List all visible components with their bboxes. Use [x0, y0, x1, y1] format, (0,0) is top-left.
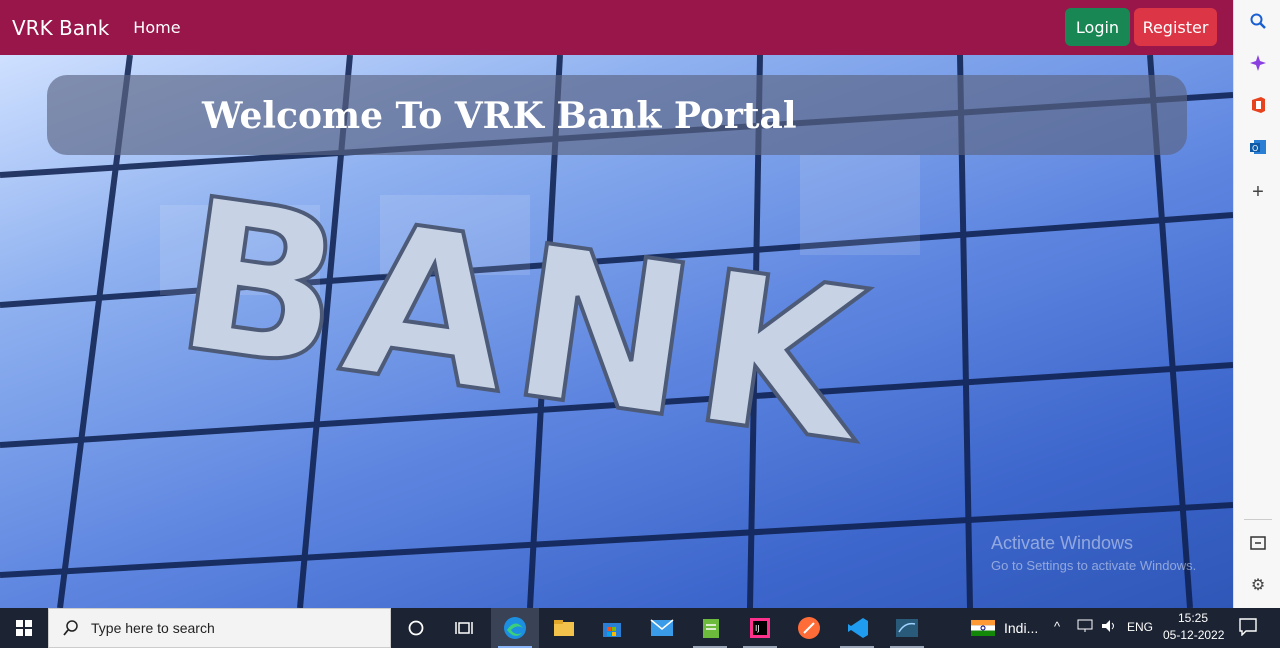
welcome-banner: Welcome To VRK Bank Portal — [47, 75, 1187, 155]
edge-sidebar: O + ⚙ — [1233, 0, 1280, 608]
welcome-heading: Welcome To VRK Bank Portal — [202, 95, 797, 137]
vscode-icon[interactable] — [844, 614, 872, 642]
bank-3d-text: BANK — [164, 152, 884, 491]
show-hidden-icons[interactable]: ^ — [1054, 619, 1060, 634]
activate-windows-title: Activate Windows — [991, 533, 1134, 553]
nav-home-link[interactable]: Home — [133, 18, 180, 37]
clock-date[interactable]: 05-12-2022 — [1163, 628, 1224, 642]
windows-logo-icon — [16, 620, 32, 636]
notepad-icon[interactable] — [697, 614, 725, 642]
cortana-icon[interactable] — [402, 614, 430, 642]
brand-link[interactable]: VRK Bank — [12, 16, 109, 40]
settings-icon[interactable]: ⚙ — [1248, 575, 1268, 595]
office-icon[interactable] — [1248, 95, 1268, 115]
search-icon[interactable] — [1248, 11, 1268, 31]
store-icon[interactable] — [598, 614, 626, 642]
volume-icon[interactable] — [1101, 619, 1117, 636]
svg-text:IJ: IJ — [755, 624, 760, 633]
network-icon[interactable] — [1077, 619, 1093, 636]
mysql-workbench-icon[interactable] — [893, 614, 921, 642]
search-icon — [63, 620, 78, 636]
input-language[interactable]: ENG — [1127, 620, 1153, 634]
postman-icon[interactable] — [795, 614, 823, 642]
activate-windows-subtitle: Go to Settings to activate Windows. — [991, 558, 1197, 573]
windows-taskbar: Type here to search IJ Indi... ^ ENG 15:… — [0, 608, 1280, 648]
copilot-icon[interactable] — [1248, 53, 1268, 73]
intellij-icon[interactable]: IJ — [746, 614, 774, 642]
login-button[interactable]: Login — [1065, 8, 1130, 46]
india-flag-icon[interactable] — [970, 614, 996, 642]
file-explorer-icon[interactable] — [550, 614, 578, 642]
task-view-icon[interactable] — [450, 614, 478, 642]
sidebar-divider — [1244, 519, 1272, 520]
weather-label[interactable]: Indi... — [1004, 620, 1038, 636]
hero-section: BANK Welcome To VRK Bank Portal Activate… — [0, 55, 1233, 608]
svg-text:O: O — [1252, 144, 1258, 153]
clock-time[interactable]: 15:25 — [1178, 611, 1208, 625]
register-button[interactable]: Register — [1134, 8, 1217, 46]
taskbar-search[interactable]: Type here to search — [48, 608, 391, 648]
notification-icon[interactable] — [1239, 618, 1257, 639]
outlook-icon[interactable]: O — [1248, 137, 1268, 157]
edge-browser-icon[interactable] — [501, 614, 529, 642]
top-navbar: VRK Bank Home Login Register — [0, 0, 1233, 55]
add-icon[interactable]: + — [1248, 181, 1268, 203]
start-button[interactable] — [0, 608, 48, 648]
sidebar-toggle-icon[interactable] — [1248, 533, 1268, 553]
mail-icon[interactable] — [648, 614, 676, 642]
search-placeholder: Type here to search — [91, 620, 215, 636]
